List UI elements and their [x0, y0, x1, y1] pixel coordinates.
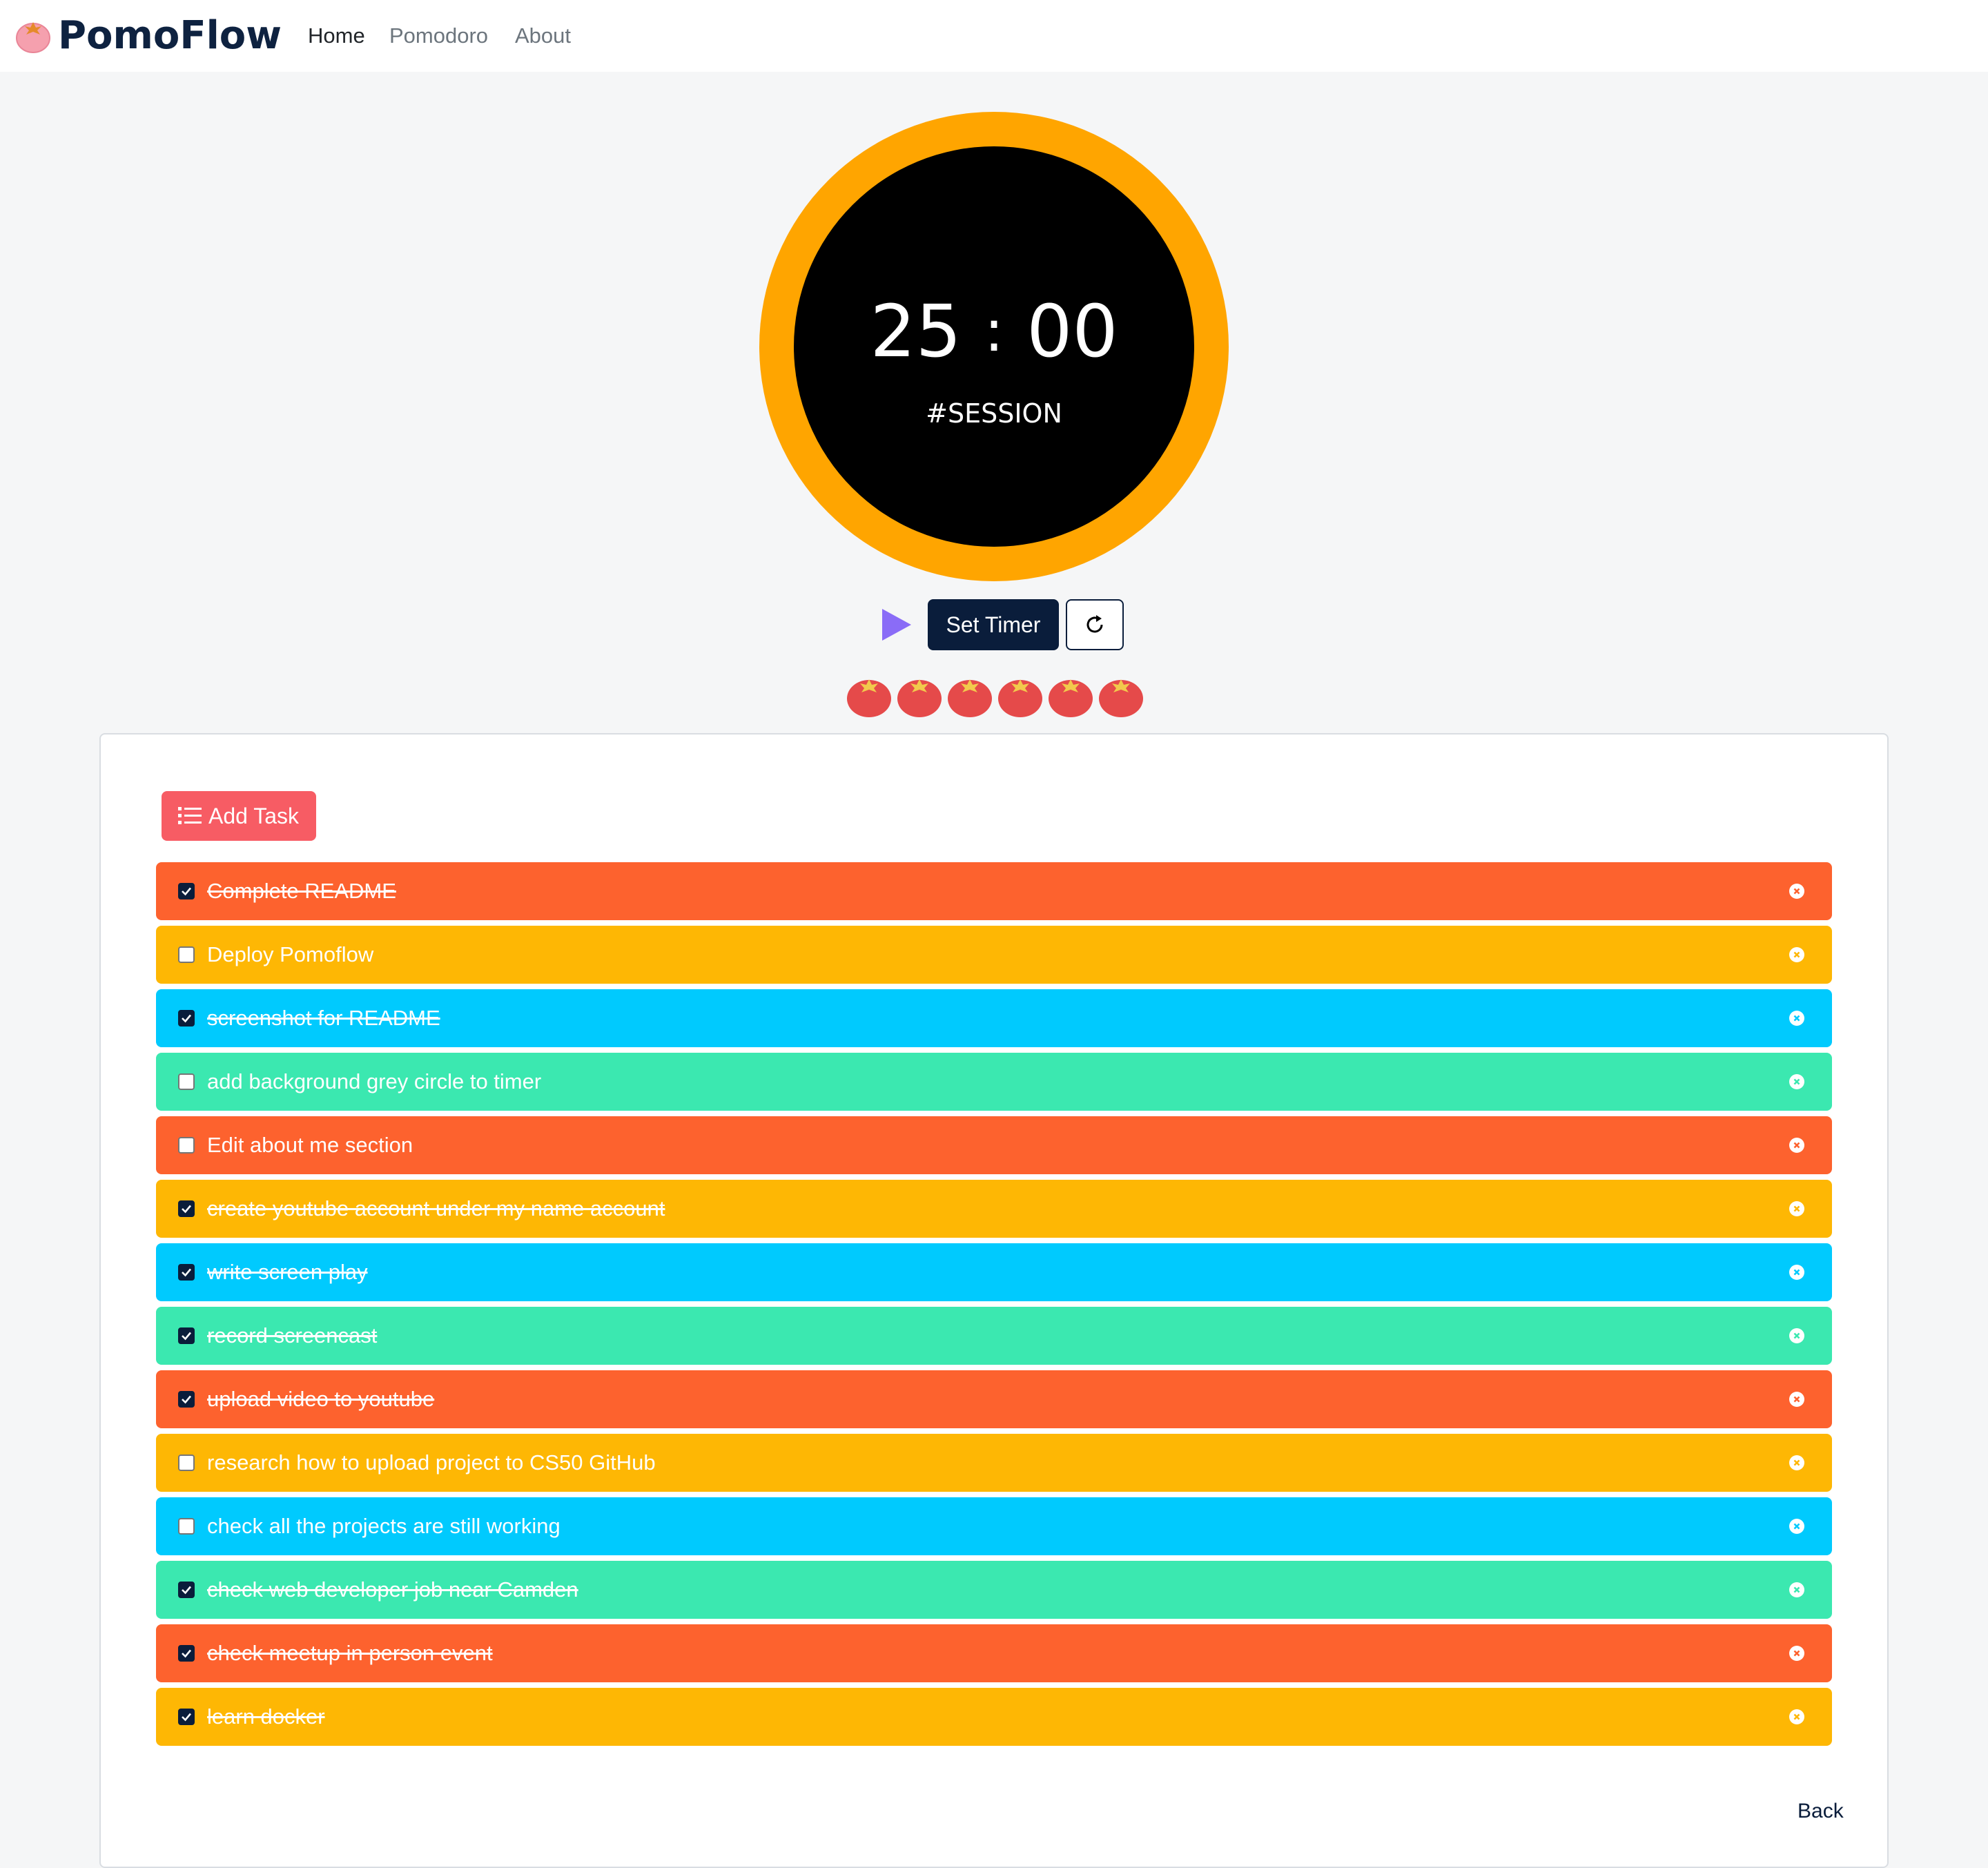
task-checkbox[interactable]	[178, 1582, 195, 1598]
task-checkbox[interactable]	[178, 1454, 195, 1471]
task-checkbox[interactable]	[178, 1709, 195, 1725]
tomato-icon	[897, 677, 942, 718]
add-task-button[interactable]: Add Task	[162, 791, 316, 841]
task-text: check web developer job near Camden	[207, 1577, 578, 1602]
task-checkbox[interactable]	[178, 1391, 195, 1408]
checkmark-icon	[182, 1268, 191, 1277]
timer-minutes: 25	[870, 289, 962, 373]
task-checkbox[interactable]	[178, 1010, 195, 1027]
delete-task-icon[interactable]	[1789, 884, 1804, 899]
checkmark-icon	[182, 1586, 191, 1595]
task-item[interactable]: research how to upload project to CS50 G…	[156, 1434, 1832, 1492]
delete-task-icon[interactable]	[1789, 1709, 1804, 1724]
tomato-icon	[1048, 677, 1093, 718]
nav-pomodoro[interactable]: Pomodoro	[389, 21, 488, 51]
task-item[interactable]: add background grey circle to timer	[156, 1053, 1832, 1111]
task-text: create youtube account under my name acc…	[207, 1196, 665, 1220]
tomato-icon	[1098, 677, 1144, 718]
task-checkbox[interactable]	[178, 1645, 195, 1662]
task-item[interactable]: Edit about me section	[156, 1116, 1832, 1174]
delete-task-icon[interactable]	[1789, 1328, 1804, 1343]
checkmark-icon	[182, 1014, 191, 1023]
session-label: #SESSION	[926, 398, 1062, 429]
brand[interactable]: PomoFlow	[15, 15, 282, 57]
play-button[interactable]	[878, 606, 915, 643]
add-task-label: Add Task	[208, 804, 300, 828]
delete-task-icon[interactable]	[1789, 1646, 1804, 1661]
task-item[interactable]: upload video to youtube	[156, 1370, 1832, 1428]
task-item[interactable]: record screencast	[156, 1307, 1832, 1365]
task-item[interactable]: create youtube account under my name acc…	[156, 1180, 1832, 1238]
delete-task-icon[interactable]	[1789, 1582, 1804, 1597]
refresh-icon	[1086, 615, 1103, 633]
brand-name: PomoFlow	[58, 13, 282, 58]
checkmark-icon	[182, 1205, 191, 1214]
delete-task-icon[interactable]	[1789, 947, 1804, 962]
task-checkbox[interactable]	[178, 1137, 195, 1154]
timer-separator: :	[984, 297, 1004, 364]
delete-task-icon[interactable]	[1789, 1265, 1804, 1280]
task-text: Complete README	[207, 879, 396, 903]
delete-task-icon[interactable]	[1789, 1519, 1804, 1534]
delete-task-icon[interactable]	[1789, 1138, 1804, 1153]
checkmark-icon	[182, 887, 191, 896]
task-checkbox[interactable]	[178, 1264, 195, 1281]
task-checkbox[interactable]	[178, 1200, 195, 1217]
task-checkbox[interactable]	[178, 1073, 195, 1090]
delete-task-icon[interactable]	[1789, 1074, 1804, 1089]
delete-task-icon[interactable]	[1789, 1011, 1804, 1026]
task-text: record screencast	[207, 1323, 378, 1348]
task-text: upload video to youtube	[207, 1387, 435, 1411]
task-text: research how to upload project to CS50 G…	[207, 1450, 656, 1475]
task-checkbox[interactable]	[178, 883, 195, 899]
task-text: check meetup in person event	[207, 1641, 493, 1665]
task-checkbox[interactable]	[178, 1327, 195, 1344]
task-checkbox[interactable]	[178, 946, 195, 963]
checkmark-icon	[182, 1713, 191, 1722]
timer-seconds: 00	[1026, 289, 1118, 373]
task-text: write screen play	[207, 1260, 368, 1284]
task-item[interactable]: check all the projects are still working	[156, 1497, 1832, 1555]
task-text: check all the projects are still working	[207, 1514, 561, 1538]
tomato-icon	[947, 677, 993, 718]
task-item[interactable]: Deploy Pomoflow	[156, 926, 1832, 984]
navbar: PomoFlow Home Pomodoro About	[0, 0, 1988, 72]
back-link[interactable]: Back	[1797, 1798, 1844, 1825]
task-text: add background grey circle to timer	[207, 1069, 542, 1093]
set-timer-button[interactable]: Set Timer	[928, 599, 1059, 650]
delete-task-icon[interactable]	[1789, 1455, 1804, 1470]
nav-about[interactable]: About	[515, 21, 571, 51]
tomato-icon	[997, 677, 1043, 718]
delete-task-icon[interactable]	[1789, 1201, 1804, 1216]
timer-display: 25 : 00	[794, 290, 1194, 378]
task-checkbox[interactable]	[178, 1518, 195, 1535]
tomato-icon	[846, 677, 892, 718]
task-text: Edit about me section	[207, 1133, 413, 1157]
play-icon	[882, 609, 911, 641]
reset-button[interactable]	[1066, 599, 1124, 650]
checkmark-icon	[182, 1395, 191, 1404]
task-text: screenshot for README	[207, 1006, 440, 1030]
task-item[interactable]: screenshot for README	[156, 989, 1832, 1047]
task-text: Deploy Pomoflow	[207, 942, 374, 966]
task-item[interactable]: check meetup in person event	[156, 1624, 1832, 1682]
task-text: learn docker	[207, 1704, 325, 1729]
task-item[interactable]: Complete README	[156, 862, 1832, 920]
checkmark-icon	[182, 1649, 191, 1658]
tomato-logo-icon	[15, 18, 51, 54]
list-icon	[178, 807, 202, 824]
delete-task-icon[interactable]	[1789, 1392, 1804, 1407]
checkmark-icon	[182, 1332, 191, 1341]
task-item[interactable]: check web developer job near Camden	[156, 1561, 1832, 1619]
task-item[interactable]: write screen play	[156, 1243, 1832, 1301]
nav-home[interactable]: Home	[308, 21, 365, 51]
task-item[interactable]: learn docker	[156, 1688, 1832, 1746]
